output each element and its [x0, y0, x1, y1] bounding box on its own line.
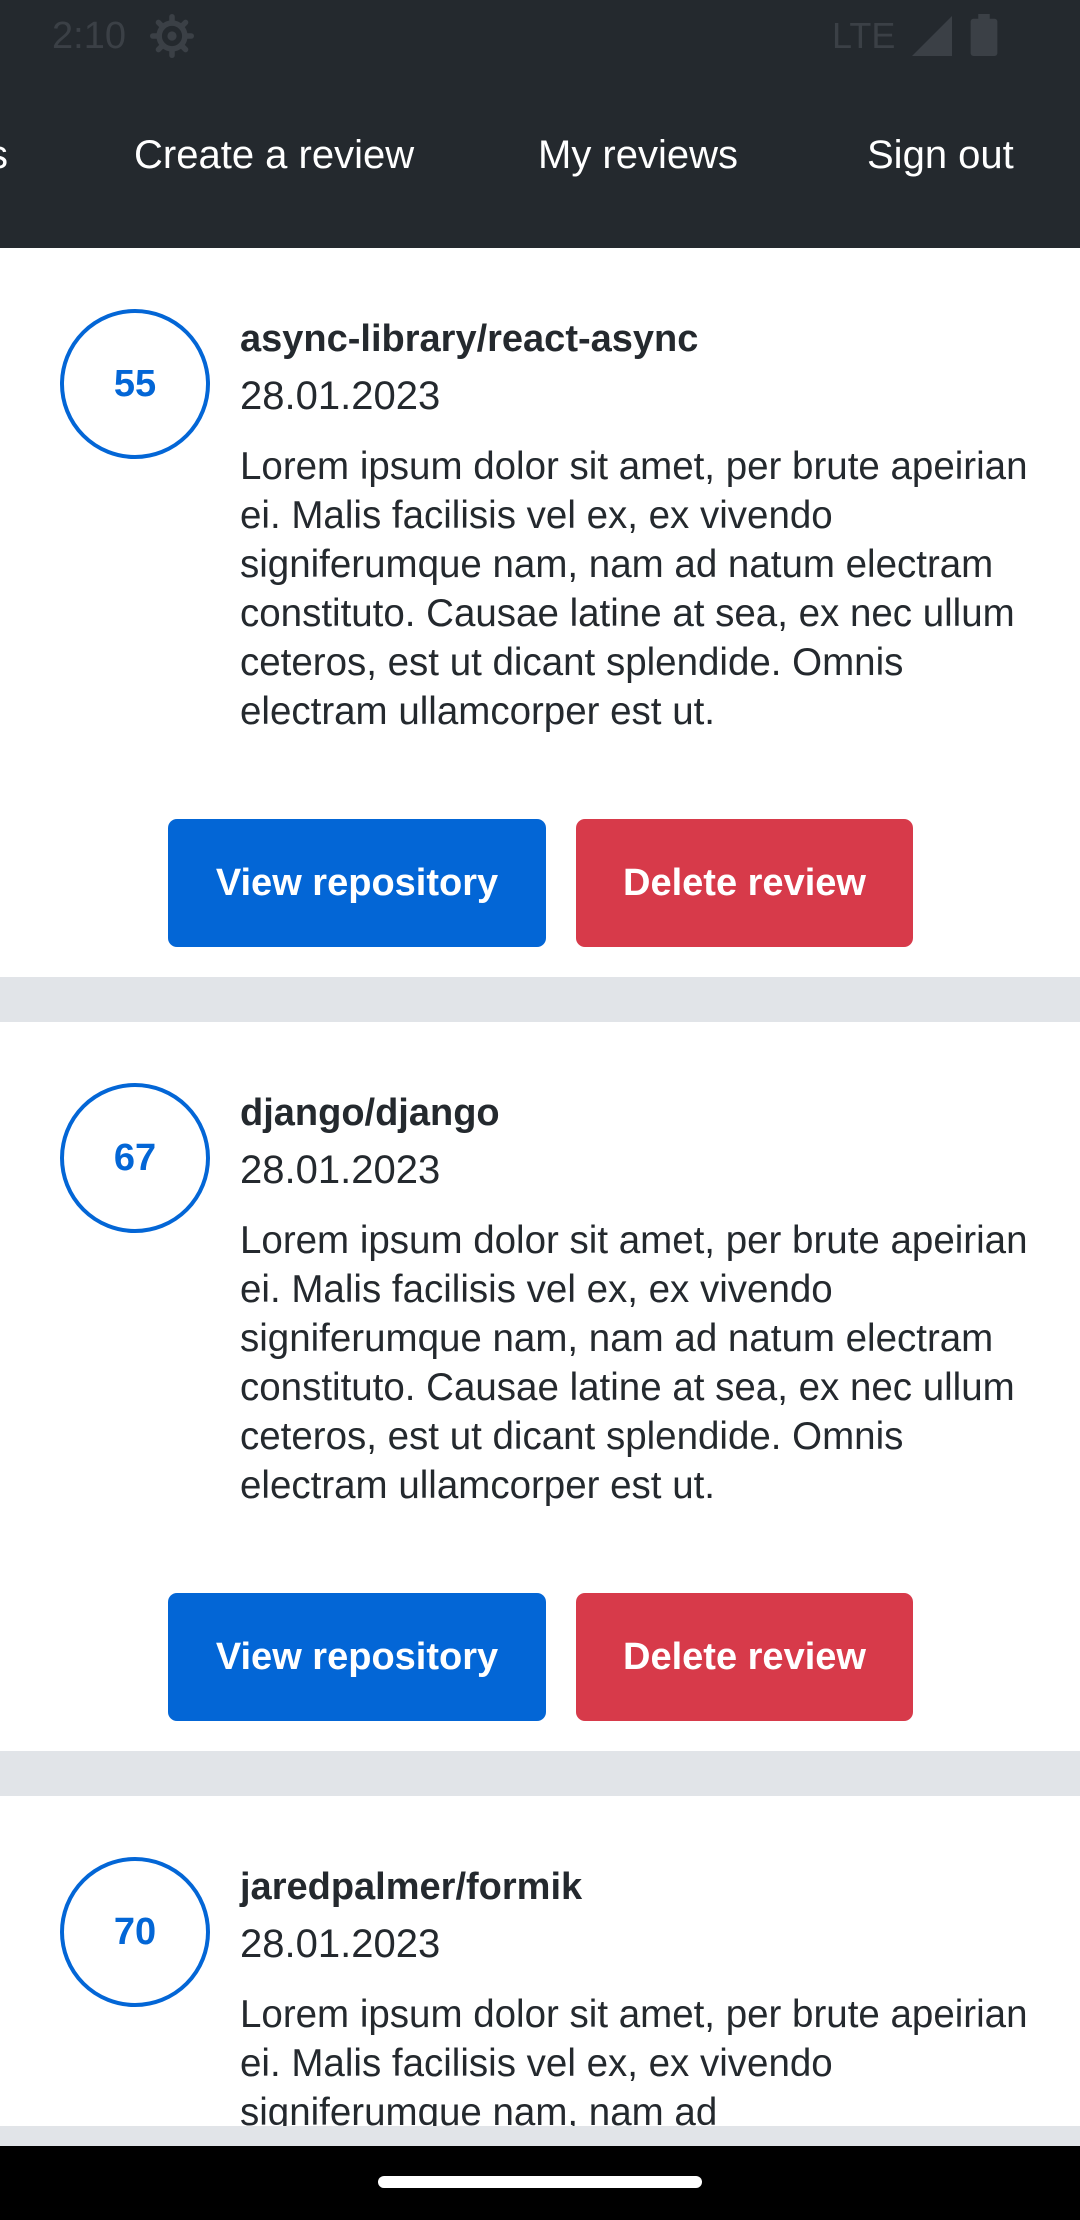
- review-text: Lorem ipsum dolor sit amet, per brute ap…: [240, 1219, 1028, 1507]
- view-repository-button[interactable]: View repository: [168, 1593, 546, 1721]
- rating-badge: 55: [60, 309, 210, 459]
- rating-badge: 70: [60, 1857, 210, 2007]
- review-text: Lorem ipsum dolor sit amet, per brute ap…: [240, 1993, 1028, 2126]
- review-card: 70 jaredpalmer/formik 28.01.2023 Lorem i…: [0, 1796, 1080, 2126]
- settings-gear-icon: [150, 14, 194, 58]
- rating-badge: 67: [60, 1083, 210, 1233]
- repository-name: async-library/react-async: [240, 318, 699, 360]
- review-date: 28.01.2023: [240, 1148, 441, 1192]
- tab-sign-out[interactable]: Sign out: [867, 132, 1014, 178]
- battery-icon: [970, 14, 998, 56]
- review-date: 28.01.2023: [240, 374, 441, 418]
- home-gesture-handle[interactable]: [378, 2176, 702, 2188]
- status-time: 2:10: [52, 15, 126, 57]
- delete-review-button[interactable]: Delete review: [576, 819, 913, 947]
- review-card: 55 async-library/react-async 28.01.2023 …: [0, 248, 1080, 977]
- app-bar: s Create a review My reviews Sign out: [0, 72, 1080, 248]
- signal-icon: [912, 16, 952, 56]
- network-type: LTE: [832, 15, 896, 56]
- view-repository-button[interactable]: View repository: [168, 819, 546, 947]
- delete-review-button[interactable]: Delete review: [576, 1593, 913, 1721]
- status-bar: 2:10 LTE: [0, 0, 1080, 72]
- repository-name: django/django: [240, 1092, 500, 1134]
- system-navigation-bar: [0, 2146, 1080, 2220]
- repository-name: jaredpalmer/formik: [240, 1866, 583, 1908]
- tab-my-reviews[interactable]: My reviews: [538, 132, 738, 178]
- review-text: Lorem ipsum dolor sit amet, per brute ap…: [240, 445, 1028, 733]
- tab-create-review[interactable]: Create a review: [134, 132, 414, 178]
- tab-repositories[interactable]: s: [0, 132, 8, 178]
- review-date: 28.01.2023: [240, 1922, 441, 1966]
- review-card: 67 django/django 28.01.2023 Lorem ipsum …: [0, 1022, 1080, 1751]
